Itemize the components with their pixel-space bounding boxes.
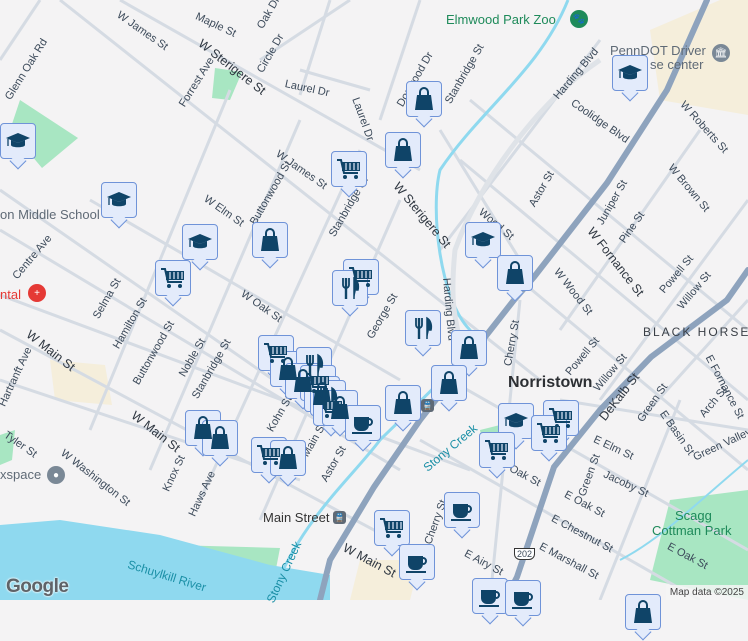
shopping-marker[interactable] <box>625 594 661 630</box>
scagg-park-label-1[interactable]: Scagg <box>675 508 712 523</box>
train-station-icon[interactable]: 🚆 <box>421 399 434 412</box>
fork-knife-icon <box>410 315 436 341</box>
coffee-cup-icon <box>449 497 475 523</box>
shopping-bag-icon <box>275 445 301 471</box>
paw-icon[interactable]: 🐾 <box>570 10 588 28</box>
cafe-marker[interactable] <box>472 578 508 614</box>
school-marker[interactable] <box>498 403 534 439</box>
shopping-marker[interactable] <box>406 81 442 117</box>
school-icon <box>617 60 643 86</box>
school-icon <box>187 229 213 255</box>
shopping-bag-icon <box>390 137 416 163</box>
coffee-cup-icon <box>350 410 376 436</box>
cafe-marker[interactable] <box>399 544 435 580</box>
shopping-marker[interactable] <box>385 385 421 421</box>
coffee-cup-icon <box>510 585 536 611</box>
penndot-label-2[interactable]: se center <box>650 57 703 72</box>
school-icon <box>5 128 31 154</box>
shopping-bag-icon <box>257 227 283 253</box>
grocery-marker[interactable] <box>531 415 567 451</box>
train-station-icon[interactable]: 🚆 <box>333 511 346 524</box>
school-icon <box>470 227 496 253</box>
shopping-bag-icon <box>207 425 233 451</box>
shopping-bag-icon <box>390 390 416 416</box>
norristown-label: Norristown <box>508 374 593 391</box>
shopping-marker[interactable] <box>451 330 487 366</box>
restaurant-marker[interactable] <box>332 270 368 306</box>
shopping-marker[interactable] <box>431 365 467 401</box>
grocery-marker[interactable] <box>374 510 410 546</box>
google-logo: Google <box>6 576 69 597</box>
restaurant-marker[interactable] <box>405 310 441 346</box>
shopping-marker[interactable] <box>385 132 421 168</box>
zoo-label[interactable]: Elmwood Park Zoo <box>446 12 556 27</box>
hospital-icon[interactable]: + <box>28 284 46 302</box>
shopping-marker[interactable] <box>497 255 533 291</box>
hospital-label[interactable]: ntal <box>0 287 21 302</box>
school-marker[interactable] <box>0 123 36 159</box>
shopping-cart-icon <box>536 420 562 446</box>
grocery-marker[interactable] <box>331 151 367 187</box>
school-icon <box>503 408 529 434</box>
workspace-label[interactable]: xspace <box>0 467 41 482</box>
school-icon <box>106 187 132 213</box>
place-icon[interactable]: ● <box>47 466 65 484</box>
cafe-marker[interactable] <box>505 580 541 616</box>
coffee-cup-icon <box>477 583 503 609</box>
shopping-cart-icon <box>379 515 405 541</box>
map-attribution[interactable]: Map data ©2025 <box>665 585 748 600</box>
shopping-bag-icon <box>456 335 482 361</box>
coffee-cup-icon <box>404 549 430 575</box>
middle-school-label[interactable]: on Middle School <box>0 207 100 222</box>
shopping-marker[interactable] <box>270 440 306 476</box>
shopping-bag-icon <box>411 86 437 112</box>
school-marker[interactable] <box>465 222 501 258</box>
school-marker[interactable] <box>612 55 648 91</box>
grocery-marker[interactable] <box>479 432 515 468</box>
cafe-marker[interactable] <box>444 492 480 528</box>
shopping-bag-icon <box>436 370 462 396</box>
shopping-marker[interactable] <box>252 222 288 258</box>
route-202-shield: 202 <box>514 548 536 560</box>
shopping-cart-icon <box>336 156 362 182</box>
main-street-station-label[interactable]: Main Street <box>263 510 329 525</box>
grocery-marker[interactable] <box>155 260 191 296</box>
scagg-park-label-2[interactable]: Cottman Park <box>652 523 731 538</box>
school-marker[interactable] <box>182 224 218 260</box>
cafe-marker[interactable] <box>345 405 381 441</box>
shopping-bag-icon <box>502 260 528 286</box>
shopping-cart-icon <box>484 437 510 463</box>
shopping-bag-icon <box>630 599 656 625</box>
fork-knife-icon <box>337 275 363 301</box>
shopping-cart-icon <box>160 265 186 291</box>
shopping-marker[interactable] <box>202 420 238 456</box>
black-horse-label: BLACK HORSE <box>643 325 748 339</box>
government-building-icon[interactable]: 🏛 <box>712 44 730 62</box>
school-marker[interactable] <box>101 182 137 218</box>
